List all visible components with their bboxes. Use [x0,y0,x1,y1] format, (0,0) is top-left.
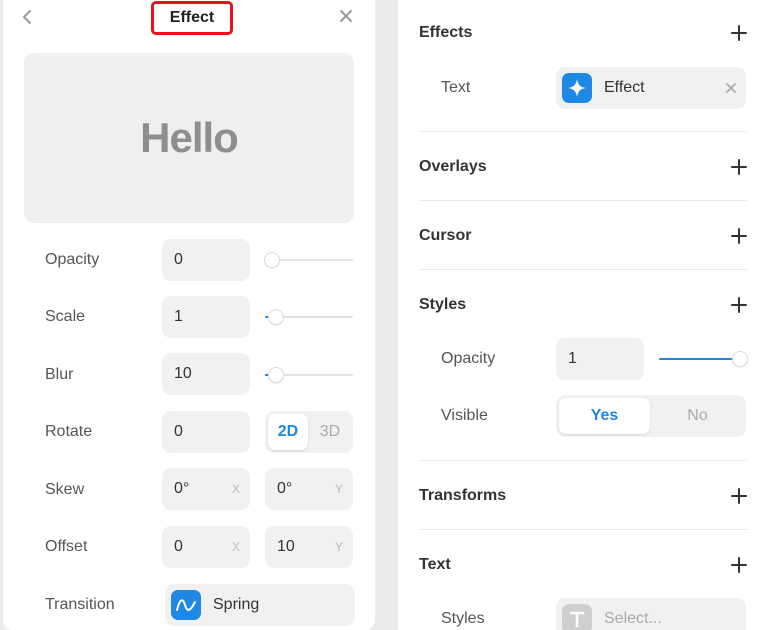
opacity-slider[interactable] [265,253,353,267]
offset-y-axis-label: Y [334,540,343,554]
rotate-mode-3d[interactable]: 3D [310,414,350,450]
blur-slider[interactable] [265,368,353,382]
effect-panel-header: Effect [3,0,375,36]
effect-preview: Hello [24,53,354,223]
effect-chip-label: Effect [604,79,645,96]
transition-select[interactable]: Spring [165,584,355,626]
spring-curve-icon [171,590,201,620]
rotate-mode-2d[interactable]: 2D [268,414,308,450]
scale-slider[interactable] [265,310,353,324]
rotate-label: Rotate [45,423,93,440]
sparkle-icon [562,73,592,103]
opacity-value: 0 [174,251,183,268]
rotate-input[interactable]: 0 [162,411,250,453]
skew-y-value: 0° [277,480,293,497]
add-cursor-icon[interactable] [730,225,748,247]
visible-label: Visible [441,407,488,424]
opacity-label: Opacity [45,251,100,268]
add-effect-icon[interactable] [730,22,748,44]
blur-label: Blur [45,366,74,383]
chevron-left-icon[interactable] [19,6,37,28]
rotate-mode-toggle: 2D 3D [265,411,353,453]
styles-opacity-label: Opacity [441,350,496,367]
rotate-value: 0 [174,423,183,440]
remove-effect-icon[interactable] [726,67,736,109]
slider-knob[interactable] [265,253,279,267]
section-divider [419,131,747,132]
add-text-style-icon[interactable] [730,554,748,576]
text-section-title: Text [419,556,451,573]
slider-knob[interactable] [268,368,283,382]
section-divider [419,529,747,530]
section-divider [419,460,747,461]
add-overlay-icon[interactable] [730,156,748,178]
offset-x-input[interactable]: 0 X [162,526,250,568]
offset-y-value: 10 [277,538,295,555]
overlays-section-title: Overlays [419,158,487,175]
section-divider [419,200,747,201]
effects-section-title: Effects [419,24,473,41]
scale-input[interactable]: 1 [162,296,250,338]
effects-text-label: Text [441,79,471,96]
transforms-section-title: Transforms [419,487,507,504]
offset-y-input[interactable]: 10 Y [265,526,353,568]
preview-text: Hello [140,114,239,161]
text-style-icon [562,604,592,630]
blur-input[interactable]: 10 [162,353,250,395]
effect-panel: Effect Hello Opacity 0 Scale 1 Blur 10 R… [3,0,375,630]
styles-opacity-slider[interactable] [659,352,747,366]
scale-value: 1 [174,308,183,325]
slider-knob[interactable] [733,352,747,366]
opacity-input[interactable]: 0 [162,239,250,281]
transition-value: Spring [213,596,260,613]
skew-y-axis-label: Y [334,482,343,496]
offset-x-value: 0 [174,538,183,555]
add-style-icon[interactable] [730,294,748,316]
cursor-section-title: Cursor [419,227,472,244]
slider-knob[interactable] [268,310,283,324]
styles-opacity-value: 1 [568,350,577,367]
text-style-select[interactable]: Select... [556,598,746,630]
blur-value: 10 [174,365,192,382]
add-transform-icon[interactable] [730,485,748,507]
properties-panel: Effects Text Effect Overlays Cursor Styl… [398,0,768,630]
styles-opacity-input[interactable]: 1 [556,338,644,380]
offset-label: Offset [45,538,88,555]
skew-x-axis-label: X [231,482,240,496]
skew-y-input[interactable]: 0° Y [265,468,353,510]
styles-section-title: Styles [419,296,467,313]
scale-label: Scale [45,308,86,325]
skew-x-input[interactable]: 0° X [162,468,250,510]
effect-chip[interactable]: Effect [556,67,746,109]
section-divider [419,269,747,270]
visible-toggle: Yes No [556,395,746,437]
close-icon[interactable] [337,5,355,27]
offset-x-axis-label: X [231,540,240,554]
skew-x-value: 0° [174,480,190,497]
skew-label: Skew [45,481,85,498]
transition-label: Transition [45,596,115,613]
text-style-placeholder: Select... [604,610,662,627]
effect-panel-title: Effect [151,1,233,35]
visible-yes-option[interactable]: Yes [559,398,650,434]
slider-fill [659,358,740,360]
text-styles-label: Styles [441,610,485,627]
visible-no-option[interactable]: No [652,398,743,434]
